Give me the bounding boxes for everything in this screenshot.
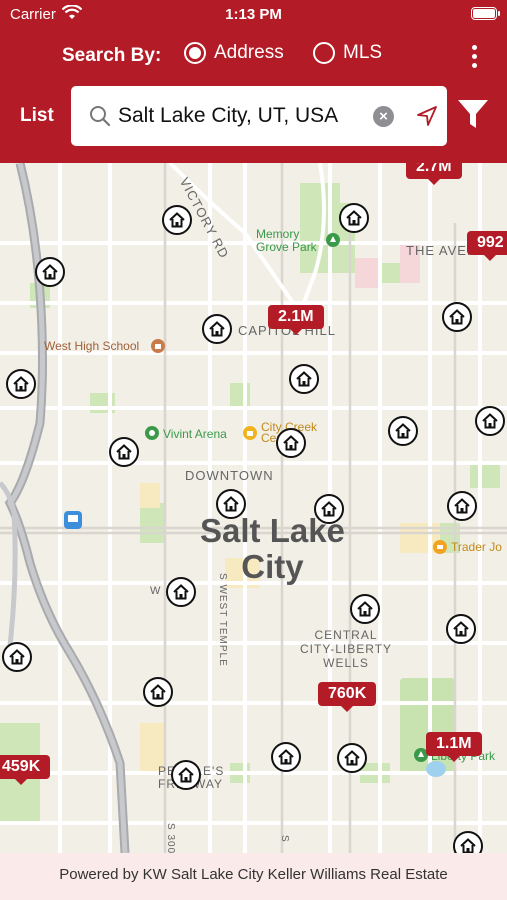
downtown-label: DOWNTOWN bbox=[185, 468, 274, 483]
price-tag[interactable]: 760K bbox=[318, 682, 377, 712]
property-pin-house-icon[interactable] bbox=[202, 314, 232, 344]
radio-unselected-icon bbox=[313, 42, 335, 64]
park-marker-icon bbox=[326, 233, 340, 247]
property-pin-house-icon[interactable] bbox=[314, 494, 344, 524]
vivint-arena-label: Vivint Arena bbox=[163, 427, 227, 441]
map[interactable]: VICTORY RD Memory Grove Park THE AVENUES… bbox=[0, 163, 507, 853]
property-pin-house-icon[interactable] bbox=[289, 364, 319, 394]
status-bar: Carrier 1:13 PM bbox=[0, 0, 507, 30]
west-temple-label: S WEST TEMPLE bbox=[217, 573, 228, 667]
property-pin-house-icon[interactable] bbox=[475, 406, 505, 436]
header: Carrier 1:13 PM Search By: Address MLS L… bbox=[0, 0, 507, 163]
pond-icon bbox=[426, 761, 446, 777]
search-box: × bbox=[71, 86, 447, 146]
property-pin-house-icon[interactable] bbox=[162, 205, 192, 235]
app-root: Carrier 1:13 PM Search By: Address MLS L… bbox=[0, 0, 507, 900]
west-high-label: West High School bbox=[44, 339, 140, 353]
clock: 1:13 PM bbox=[225, 6, 282, 23]
grocery-marker-icon bbox=[433, 540, 447, 554]
property-pin-house-icon[interactable] bbox=[337, 743, 367, 773]
search-input[interactable] bbox=[118, 100, 368, 132]
price-tag[interactable]: 992 bbox=[467, 231, 507, 261]
property-pin-house-icon[interactable] bbox=[109, 437, 139, 467]
property-pin-house-icon[interactable] bbox=[35, 257, 65, 287]
trader-joes-label: Trader Jo bbox=[451, 540, 502, 554]
shopping-marker-icon bbox=[243, 426, 257, 440]
property-pin-house-icon[interactable] bbox=[143, 677, 173, 707]
mls-radio[interactable]: MLS bbox=[313, 42, 382, 64]
clear-icon[interactable]: × bbox=[373, 106, 394, 127]
property-pin-house-icon[interactable] bbox=[166, 577, 196, 607]
property-pin-house-icon[interactable] bbox=[350, 594, 380, 624]
property-pin-house-icon[interactable] bbox=[6, 369, 36, 399]
price-tag[interactable]: 459K bbox=[0, 755, 51, 785]
property-pin-house-icon[interactable] bbox=[453, 831, 483, 853]
memory-grove-label: Memory Grove Park bbox=[256, 227, 317, 254]
search-icon bbox=[90, 106, 111, 127]
property-pin-house-icon[interactable] bbox=[447, 491, 477, 521]
address-radio-label: Address bbox=[214, 42, 284, 63]
property-pin-house-icon[interactable] bbox=[276, 428, 306, 458]
property-pin-house-icon[interactable] bbox=[216, 489, 246, 519]
footer: Powered by KW Salt Lake City Keller Will… bbox=[0, 853, 507, 900]
more-menu-icon[interactable] bbox=[470, 45, 478, 71]
search-by-label: Search By: bbox=[62, 45, 162, 66]
s300-label: S 300 bbox=[165, 823, 176, 853]
price-tag[interactable]: 2.7M bbox=[406, 163, 462, 185]
property-pin-house-icon[interactable] bbox=[171, 760, 201, 790]
property-pin-house-icon[interactable] bbox=[446, 614, 476, 644]
s-label: S bbox=[279, 835, 290, 843]
price-tag[interactable]: 1.1M bbox=[426, 732, 482, 762]
property-pin-house-icon[interactable] bbox=[442, 302, 472, 332]
address-radio[interactable]: Address bbox=[184, 42, 284, 64]
w-label: W bbox=[150, 585, 162, 597]
location-arrow-icon[interactable] bbox=[416, 105, 438, 127]
mls-radio-label: MLS bbox=[343, 42, 383, 63]
price-tag[interactable]: 2.1M bbox=[268, 305, 324, 335]
battery-icon bbox=[471, 7, 500, 20]
property-pin-house-icon[interactable] bbox=[339, 203, 369, 233]
property-pin-house-icon[interactable] bbox=[388, 416, 418, 446]
list-button[interactable]: List bbox=[20, 105, 54, 127]
school-marker-icon bbox=[151, 339, 165, 353]
filter-icon[interactable] bbox=[456, 97, 490, 131]
central-city-label: CENTRAL CITY-LIBERTY WELLS bbox=[300, 628, 393, 670]
radio-selected-icon bbox=[184, 42, 206, 64]
property-pin-house-icon[interactable] bbox=[2, 642, 32, 672]
property-pin-house-icon[interactable] bbox=[271, 742, 301, 772]
arena-marker-icon bbox=[145, 426, 159, 440]
